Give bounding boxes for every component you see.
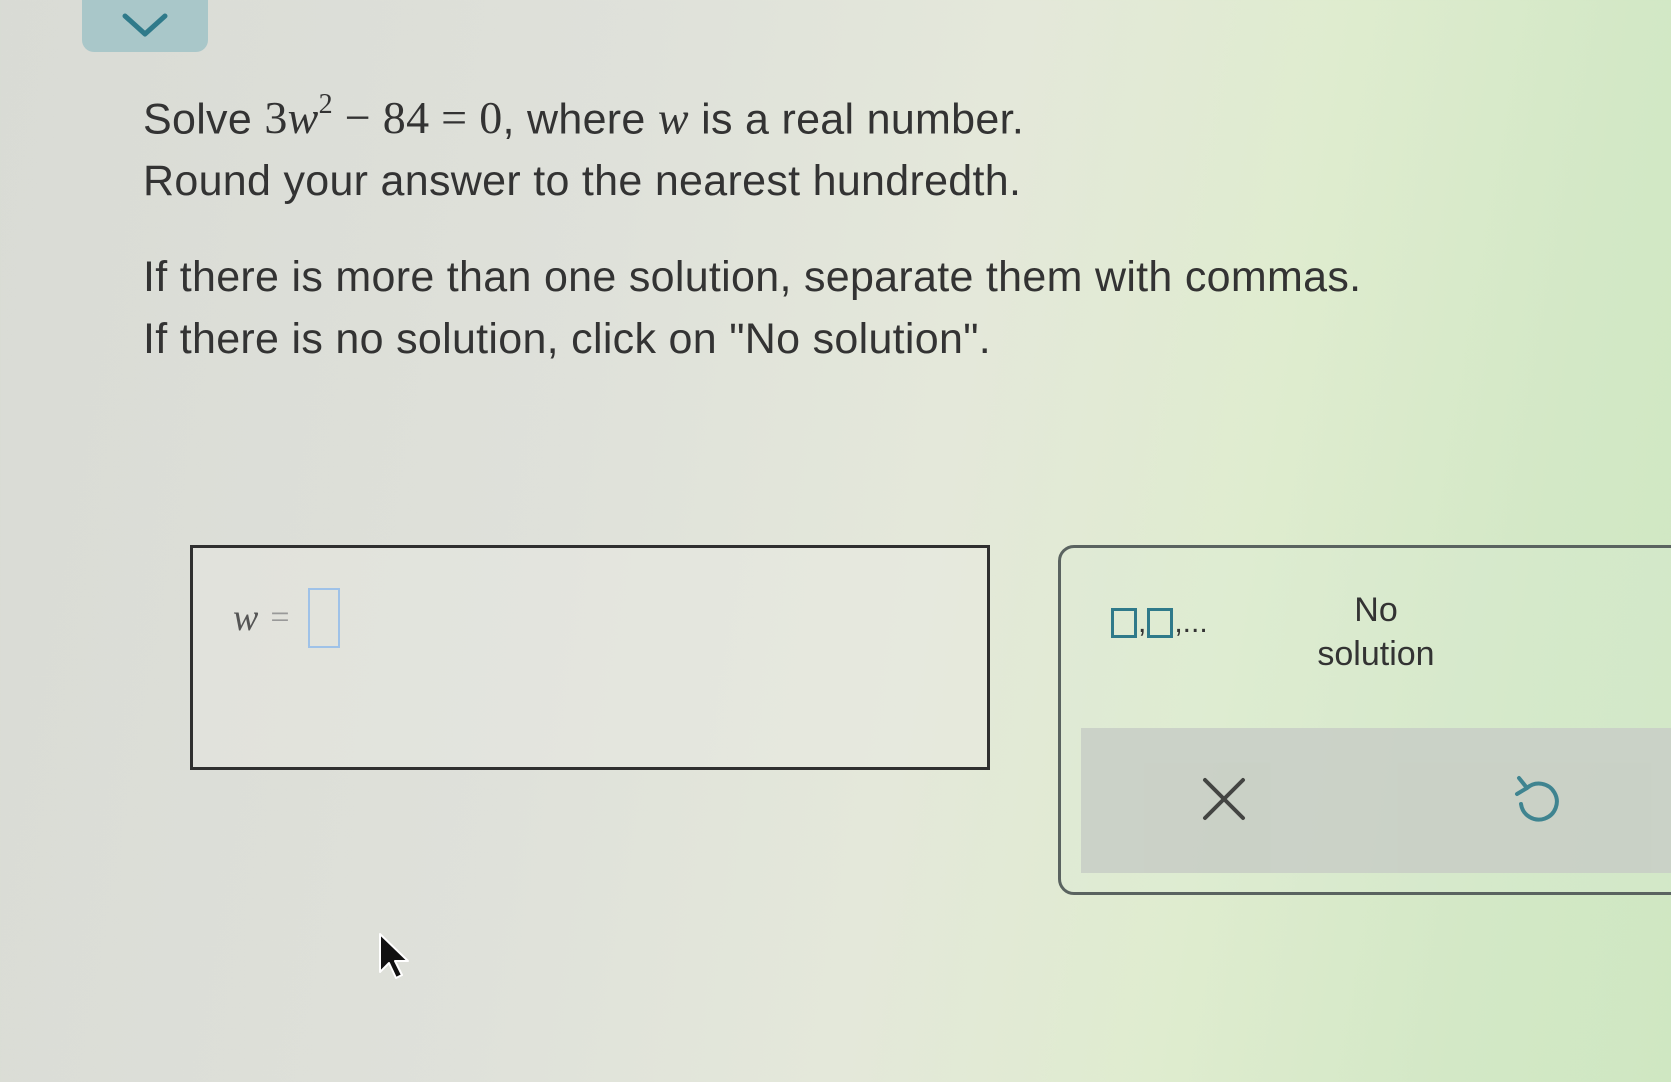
- blank-box-icon: [1111, 608, 1137, 638]
- mouse-pointer-icon: [378, 932, 412, 987]
- no-solution-button[interactable]: No solution: [1301, 588, 1451, 676]
- equals-sign: =: [270, 599, 290, 636]
- answer-input[interactable]: [307, 588, 340, 648]
- answer-box: w =: [190, 545, 990, 770]
- blank-box-icon: [1147, 608, 1174, 638]
- question-line-3: If there is more than one solution, sepa…: [143, 253, 1362, 302]
- multiple-answers-button[interactable]: ,,...: [1111, 608, 1208, 638]
- question-line-1: Solve 3w2 − 84 = 0, where w is a real nu…: [143, 89, 1025, 144]
- keypad-panel: ,,... No solution: [1058, 545, 1671, 895]
- close-icon: [1201, 778, 1247, 826]
- undo-icon: [1511, 776, 1563, 832]
- question-line-2: Round your answer to the nearest hundred…: [143, 157, 1022, 206]
- answer-variable: w: [233, 597, 259, 639]
- undo-button[interactable]: [1511, 772, 1563, 833]
- solve-label: Solve: [143, 95, 265, 144]
- variable-w: w: [657, 92, 689, 144]
- clear-button[interactable]: [1201, 776, 1247, 827]
- answer-row: w =: [233, 588, 340, 648]
- question-text: Solve 3w2 − 84 = 0, where w is a real nu…: [143, 78, 1643, 370]
- collapse-tab[interactable]: [82, 0, 208, 52]
- chevron-down-icon: [121, 12, 169, 40]
- question-line-4: If there is no solution, click on "No so…: [143, 315, 992, 364]
- equation: 3w2 − 84 = 0: [264, 89, 503, 144]
- action-bar: [1081, 728, 1671, 873]
